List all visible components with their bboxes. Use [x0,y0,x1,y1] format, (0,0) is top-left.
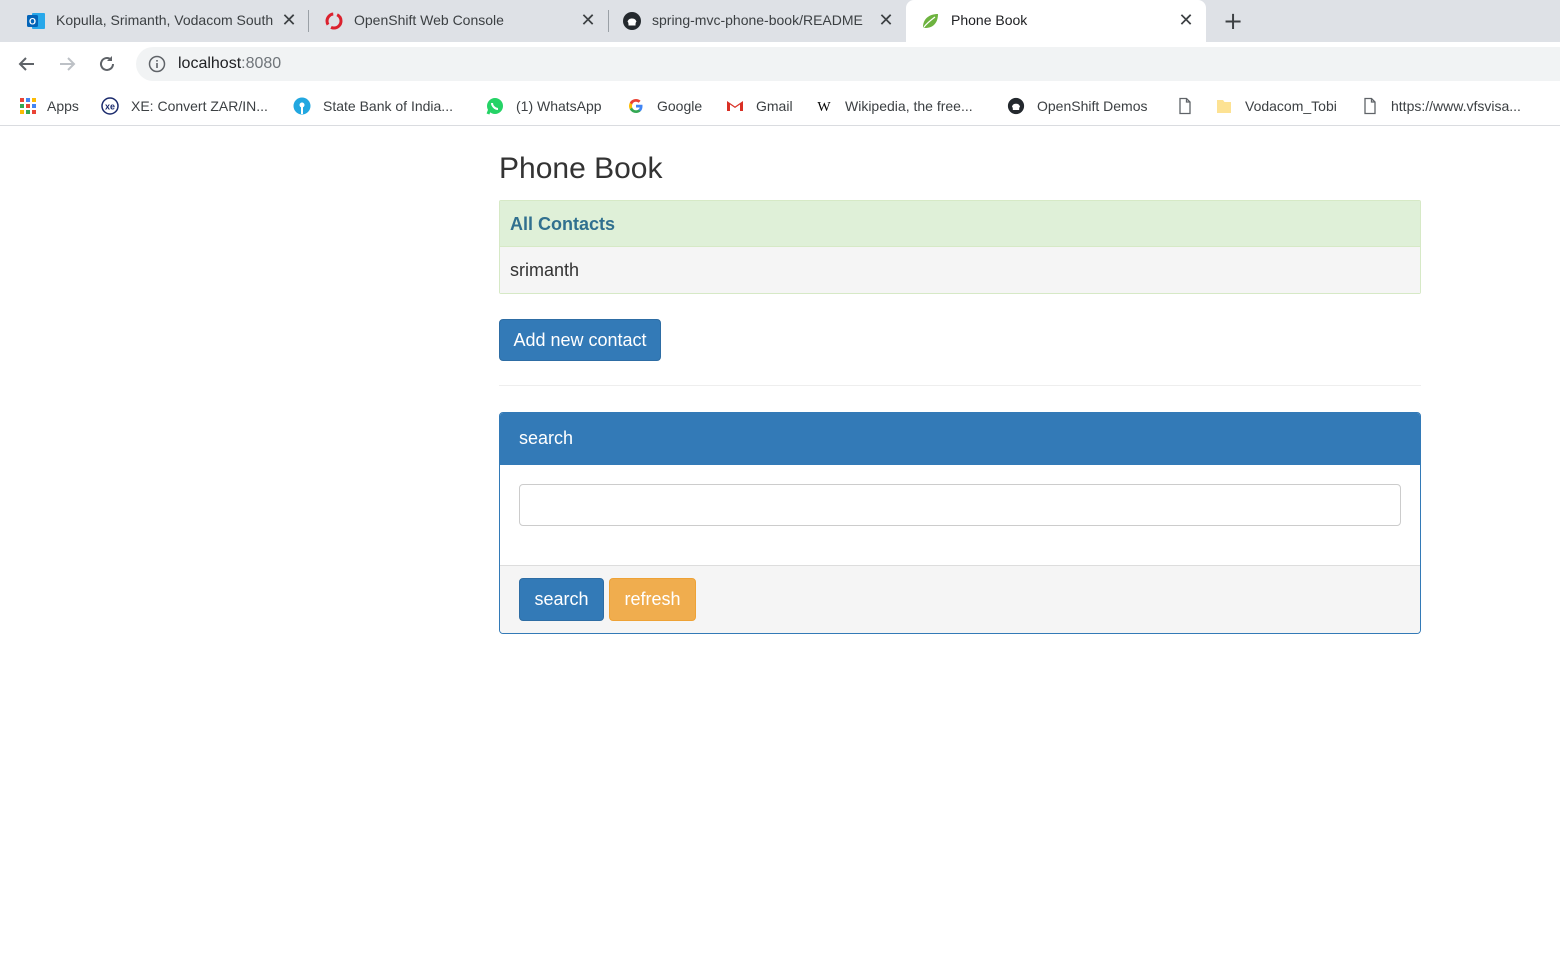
bookmark-label: Vodacom_Tobi [1245,98,1337,114]
tab-title: OpenShift Web Console [354,12,504,28]
bookmark-google[interactable]: Google [627,95,702,117]
search-footer: search refresh [500,565,1420,633]
bookmark-label: (1) WhatsApp [516,98,602,114]
bookmark-vodacom-tobi[interactable]: Vodacom_Tobi [1215,95,1337,117]
reload-icon[interactable] [95,52,119,76]
bookmark-xe[interactable]: xe XE: Convert ZAR/IN... [101,95,268,117]
bookmark-label: State Bank of India... [323,98,453,114]
url-text: localhost:8080 [178,55,281,73]
apps-grid-icon [19,97,37,115]
github-icon [622,11,642,31]
tab-openshift[interactable]: OpenShift Web Console ✕ [306,0,606,42]
bookmark-label: XE: Convert ZAR/IN... [131,98,268,114]
page-title: Phone Book [499,152,663,185]
back-icon[interactable] [15,52,39,76]
contacts-panel: All Contacts srimanth [499,200,1421,294]
browser-toolbar: localhost:8080 [0,42,1560,86]
bookmark-label: https://www.vfsvisa... [1391,98,1521,114]
bookmark-sbi[interactable]: State Bank of India... [293,95,453,117]
bookmark-whatsapp[interactable]: (1) WhatsApp [486,95,602,117]
url-port: :8080 [241,55,282,72]
page-content: Phone Book All Contacts srimanth Add new… [0,127,1560,967]
tab-title: Kopulla, Srimanth, Vodacom South [56,12,274,28]
address-bar[interactable]: localhost:8080 [136,47,1560,81]
svg-text:O: O [29,17,36,27]
outlook-icon: O [26,11,46,31]
tab-strip: O Kopulla, Srimanth, Vodacom South ✕ Ope… [0,0,1560,42]
xe-icon: xe [101,97,119,115]
svg-text:xe: xe [105,102,115,112]
google-icon [627,97,645,115]
add-contact-button[interactable]: Add new contact [499,319,661,361]
bookmark-vfsvisa[interactable]: https://www.vfsvisa... [1361,95,1521,117]
bookmarks-bar: Apps xe XE: Convert ZAR/IN... State Bank… [0,86,1560,126]
bookmark-openshift-demos[interactable]: OpenShift Demos [1007,95,1148,117]
search-heading: search [500,413,1420,465]
list-item[interactable]: srimanth [500,247,1420,293]
tab-title: Phone Book [951,12,1028,28]
page-icon [1176,97,1194,115]
svg-text:W: W [817,100,831,115]
search-input[interactable] [519,484,1401,526]
page-icon [1361,97,1379,115]
spring-leaf-icon [920,11,940,31]
tab-phone-book[interactable]: Phone Book ✕ [906,0,1206,42]
tab-title: spring-mvc-phone-book/README [652,12,863,28]
close-icon[interactable]: ✕ [280,12,298,30]
bookmark-apps[interactable]: Apps [19,95,79,117]
whatsapp-icon [486,97,504,115]
tab-outlook[interactable]: O Kopulla, Srimanth, Vodacom South ✕ [8,0,308,42]
close-icon[interactable]: ✕ [579,12,597,30]
refresh-button[interactable]: refresh [609,578,696,621]
search-button[interactable]: search [519,578,604,621]
url-host: localhost [178,55,242,72]
openshift-icon [324,11,344,31]
close-icon[interactable]: ✕ [1177,12,1195,30]
tab-github[interactable]: spring-mvc-phone-book/README ✕ [604,0,904,42]
search-body [500,465,1420,565]
sbi-icon [293,97,311,115]
contacts-heading: All Contacts [500,201,1420,247]
bookmark-label: Wikipedia, the free... [845,98,973,114]
bookmark-label: Apps [47,98,79,114]
github-icon [1007,97,1025,115]
info-icon[interactable] [148,55,166,73]
bookmark-label: OpenShift Demos [1037,98,1148,114]
wikipedia-icon: W [815,97,833,115]
divider [499,385,1421,386]
gmail-icon [726,97,744,115]
close-icon[interactable]: ✕ [877,12,895,30]
bookmark-label: Gmail [756,98,793,114]
bookmark-gmail[interactable]: Gmail [726,95,793,117]
bookmark-page[interactable] [1176,95,1194,117]
forward-icon[interactable] [55,52,79,76]
bookmark-wikipedia[interactable]: W Wikipedia, the free... [815,95,973,117]
new-tab-icon[interactable]: + [1221,9,1245,33]
search-panel: search search refresh [499,412,1421,634]
bookmark-label: Google [657,98,703,114]
folder-icon [1215,97,1233,115]
